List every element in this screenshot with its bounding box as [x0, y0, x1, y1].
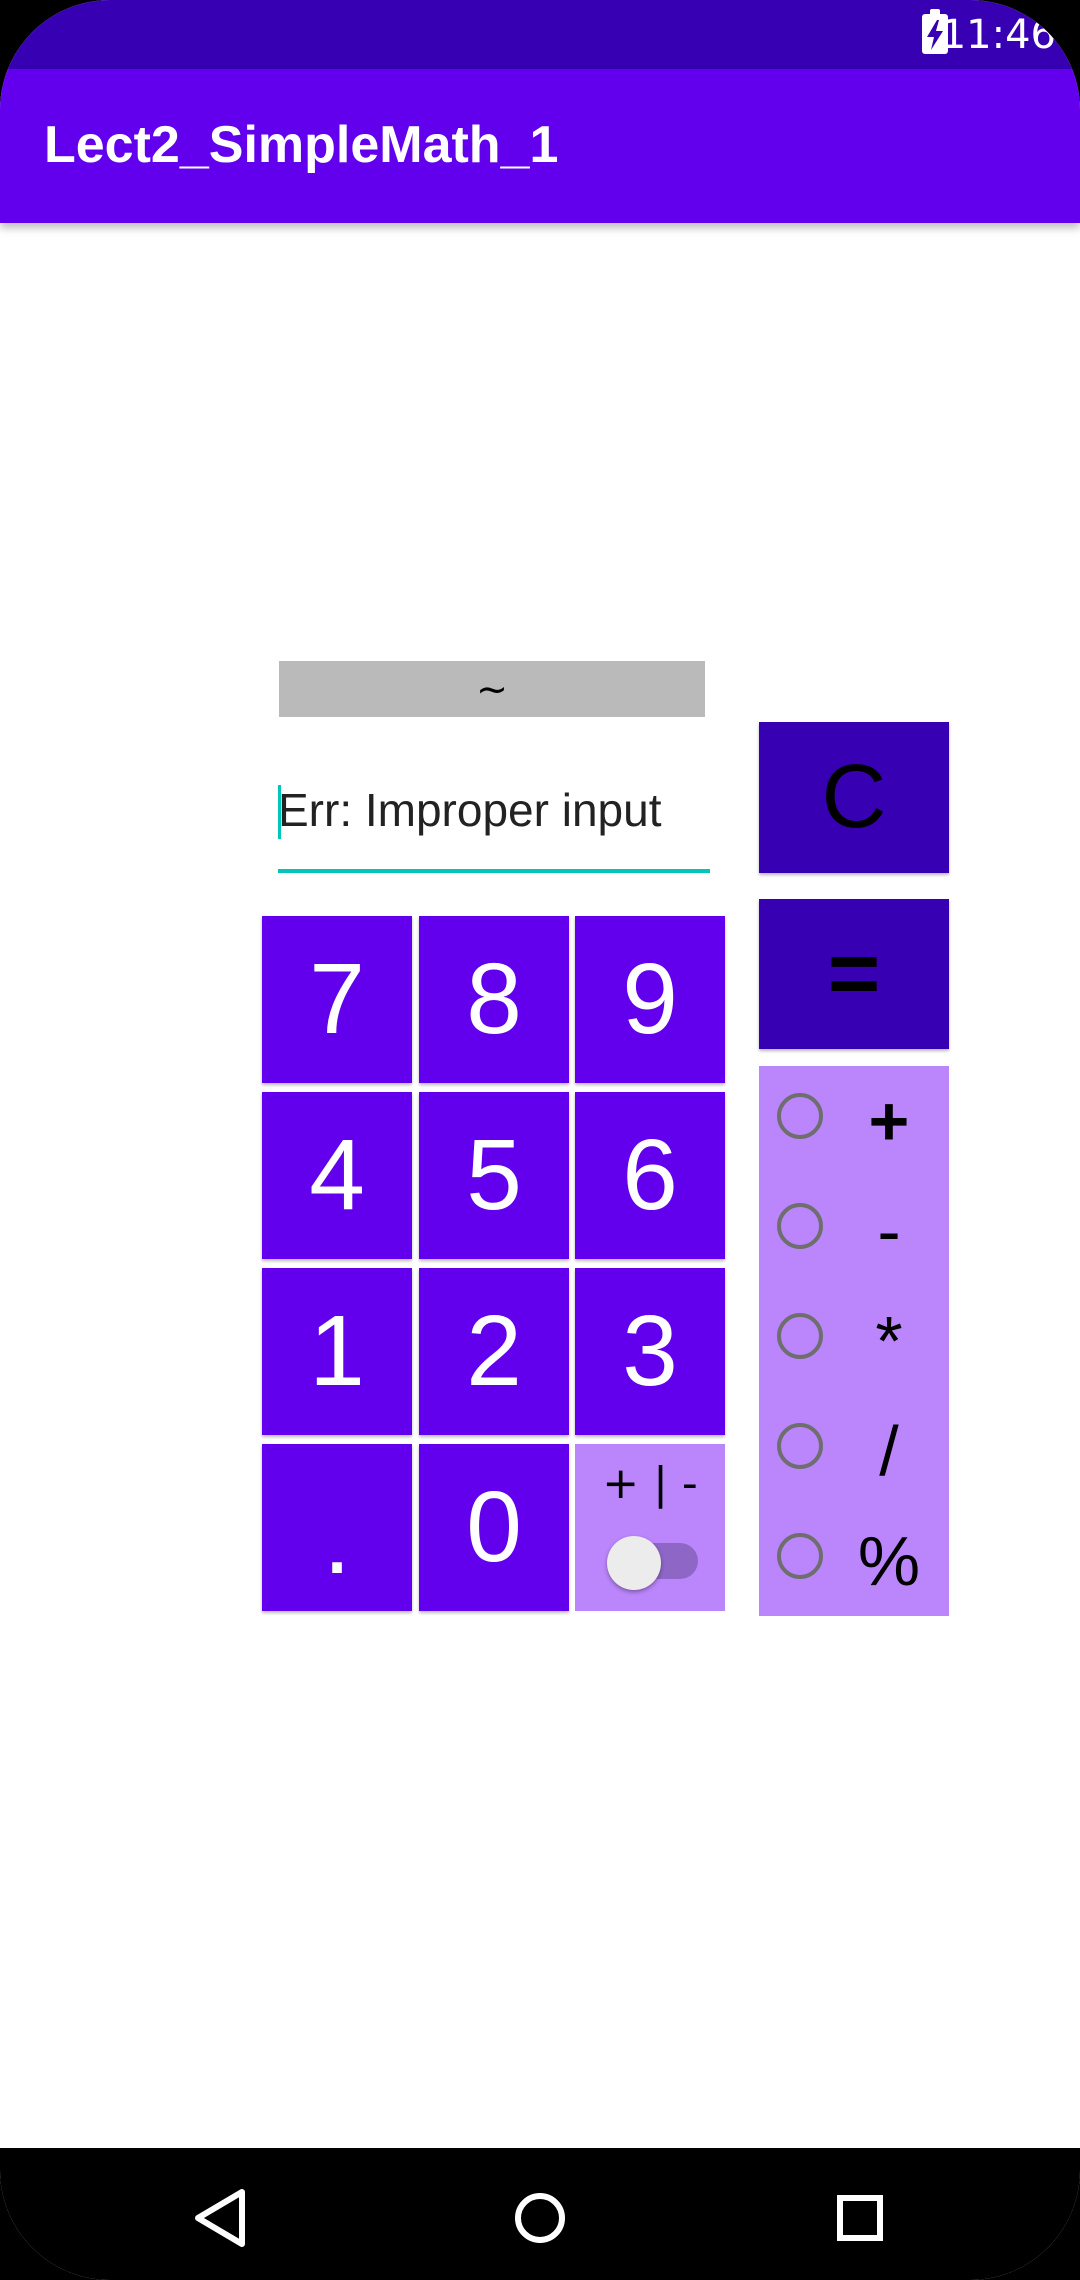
equals-button[interactable]: =	[759, 899, 949, 1049]
radio-button[interactable]	[777, 1203, 823, 1249]
key-6[interactable]: 6	[575, 1092, 725, 1259]
status-time: 11:46	[940, 12, 1056, 58]
operator-label: +	[868, 1082, 910, 1160]
key-decimal[interactable]: .	[262, 1444, 412, 1611]
number-input-container	[278, 755, 710, 875]
key-4[interactable]: 4	[262, 1092, 412, 1259]
key-2[interactable]: 2	[419, 1268, 569, 1435]
radio-button[interactable]	[777, 1423, 823, 1469]
operator-option-multiply[interactable]: *	[759, 1286, 949, 1396]
operator-option-subtract[interactable]: -	[759, 1176, 949, 1286]
operator-option-divide[interactable]: /	[759, 1396, 949, 1506]
navigation-bar	[0, 2148, 1080, 2280]
operator-option-add[interactable]: +	[759, 1066, 949, 1176]
text-cursor	[278, 785, 281, 839]
key-9[interactable]: 9	[575, 916, 725, 1083]
sign-switch-thumb[interactable]	[607, 1536, 661, 1590]
operator-radio-group: + - * / %	[759, 1066, 949, 1616]
home-icon[interactable]	[500, 2178, 580, 2258]
operator-label: /	[879, 1412, 899, 1490]
key-7[interactable]: 7	[262, 916, 412, 1083]
status-bar: 11:46	[0, 0, 1080, 69]
operator-label: %	[857, 1522, 921, 1600]
key-3[interactable]: 3	[575, 1268, 725, 1435]
sign-toggle-label: + | -	[602, 1458, 698, 1509]
key-8[interactable]: 8	[419, 916, 569, 1083]
sign-toggle-cell: + | -	[575, 1444, 725, 1611]
result-label: ~	[279, 661, 705, 717]
app-title: Lect2_SimpleMath_1	[44, 116, 559, 174]
key-0[interactable]: 0	[419, 1444, 569, 1611]
radio-button[interactable]	[777, 1093, 823, 1139]
key-5[interactable]: 5	[419, 1092, 569, 1259]
back-icon[interactable]	[180, 2178, 260, 2258]
radio-button[interactable]	[777, 1313, 823, 1359]
operator-label: -	[877, 1192, 901, 1270]
app-bar: Lect2_SimpleMath_1	[0, 69, 1080, 223]
radio-button[interactable]	[777, 1533, 823, 1579]
key-1[interactable]: 1	[262, 1268, 412, 1435]
recents-icon[interactable]	[820, 2178, 900, 2258]
input-underline	[278, 869, 710, 873]
clear-button[interactable]: C	[759, 722, 949, 873]
app-screen: 11:46 Lect2_SimpleMath_1 ~ 7 8 9 4 5 6 1…	[0, 0, 1080, 2280]
number-input[interactable]	[278, 755, 710, 865]
operator-label: *	[875, 1302, 903, 1380]
operator-option-modulo[interactable]: %	[759, 1506, 949, 1616]
